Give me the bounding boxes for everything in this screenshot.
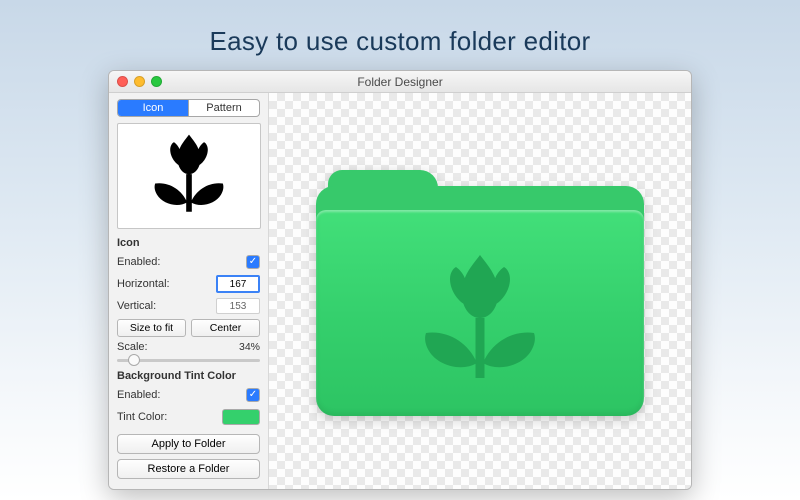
minimize-icon[interactable]: [134, 76, 145, 87]
label-tint-enabled: Enabled:: [117, 389, 160, 401]
row-tint-color: Tint Color:: [117, 408, 260, 426]
folder-stamp: [310, 236, 650, 406]
checkbox-tint-enabled[interactable]: ✓: [246, 388, 260, 402]
label-vertical: Vertical:: [117, 300, 156, 312]
value-scale: 34%: [239, 341, 260, 353]
page-headline: Easy to use custom folder editor: [0, 0, 800, 57]
sidebar: Icon Pattern Icon Enabled: ✓ Horizontal:: [109, 93, 269, 489]
tint-section-title: Background Tint Color: [117, 370, 260, 382]
label-tint-color: Tint Color:: [117, 411, 167, 423]
traffic-lights: [109, 76, 162, 87]
close-icon[interactable]: [117, 76, 128, 87]
row-size-buttons: Size to fit Center: [117, 319, 260, 337]
tint-color-swatch[interactable]: [222, 409, 260, 425]
window-content: Icon Pattern Icon Enabled: ✓ Horizontal:: [109, 93, 691, 489]
row-horizontal: Horizontal:: [117, 275, 260, 293]
tulip-icon: [139, 129, 239, 223]
app-window: Folder Designer Icon Pattern Icon Enable…: [108, 70, 692, 490]
action-buttons: Apply to Folder Restore a Folder: [117, 426, 260, 479]
restore-folder-button[interactable]: Restore a Folder: [117, 459, 260, 479]
apply-to-folder-button[interactable]: Apply to Folder: [117, 434, 260, 454]
slider-scale[interactable]: [117, 353, 260, 360]
size-to-fit-button[interactable]: Size to fit: [117, 319, 186, 337]
tab-segmented-control[interactable]: Icon Pattern: [117, 99, 260, 117]
label-enabled: Enabled:: [117, 256, 160, 268]
tab-icon[interactable]: Icon: [118, 100, 188, 116]
checkbox-icon-enabled[interactable]: ✓: [246, 255, 260, 269]
preview-canvas[interactable]: [269, 93, 691, 489]
row-vertical: Vertical:: [117, 297, 260, 315]
input-vertical[interactable]: [216, 298, 260, 314]
row-icon-enabled: Enabled: ✓: [117, 253, 260, 271]
input-horizontal[interactable]: [216, 275, 260, 293]
icon-preview[interactable]: [117, 123, 261, 229]
row-tint-enabled: Enabled: ✓: [117, 386, 260, 404]
tulip-icon: [405, 246, 555, 396]
tab-pattern[interactable]: Pattern: [188, 100, 259, 116]
label-scale: Scale:: [117, 341, 148, 353]
folder-preview: [310, 156, 650, 426]
zoom-icon[interactable]: [151, 76, 162, 87]
row-scale: Scale: 34%: [117, 341, 260, 353]
label-horizontal: Horizontal:: [117, 278, 170, 290]
icon-section-title: Icon: [117, 237, 260, 249]
window-title: Folder Designer: [109, 71, 691, 93]
slider-thumb[interactable]: [128, 354, 140, 366]
titlebar: Folder Designer: [109, 71, 691, 93]
center-button[interactable]: Center: [191, 319, 260, 337]
